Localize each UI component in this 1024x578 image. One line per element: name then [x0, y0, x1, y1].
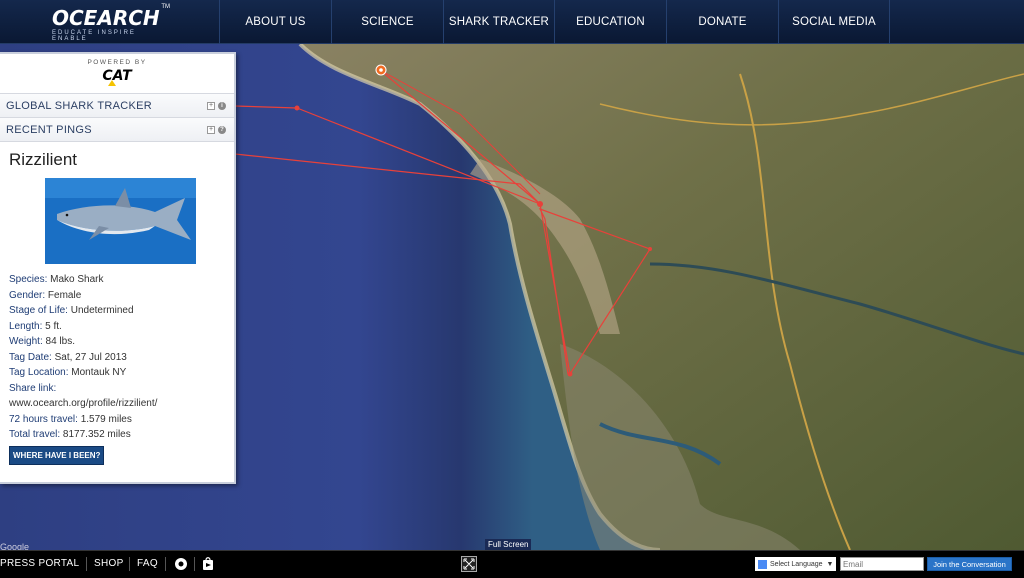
expand-icon[interactable]: + — [207, 101, 215, 110]
logo-trademark: TM — [161, 4, 170, 10]
detail-weight: Weight: 84 lbs. — [9, 336, 75, 347]
detail-stage-of-life: Stage of Life: Undetermined — [9, 305, 134, 316]
email-field[interactable] — [840, 557, 924, 571]
shark-location-marker[interactable] — [375, 64, 387, 76]
divider — [165, 557, 166, 571]
mako-shark-image — [45, 178, 196, 264]
section-label: RECENT PINGS — [6, 123, 92, 136]
detail-72h-travel: 72 hours travel: 1.579 miles — [9, 413, 132, 425]
info-icon[interactable]: i — [218, 101, 226, 110]
shark-photo — [45, 178, 196, 264]
ping-point[interactable] — [648, 247, 652, 251]
ping-point[interactable] — [567, 371, 573, 377]
shark-profile: Rizzilient Species: Mako Shark Gender: F… — [0, 142, 234, 465]
nav-about-us[interactable]: ABOUT US — [219, 0, 331, 44]
shark-info-panel: POWERED BY CAT GLOBAL SHARK TRACKER + i … — [0, 52, 236, 484]
top-nav: OCEARCH EDUCATE INSPIRE ENABLE TM ABOUT … — [0, 0, 1024, 44]
detail-species: Species: Mako Shark — [9, 274, 104, 285]
nav-shark-tracker[interactable]: SHARK TRACKER — [443, 0, 554, 44]
section-label: GLOBAL SHARK TRACKER — [6, 99, 152, 112]
powered-by-label: POWERED BY — [87, 59, 147, 66]
expand-icon[interactable]: + — [207, 125, 215, 134]
nav-education[interactable]: EDUCATION — [554, 0, 666, 44]
faq-link[interactable]: FAQ — [137, 558, 158, 569]
divider — [129, 557, 130, 571]
divider — [194, 557, 195, 571]
shark-name: Rizzilient — [9, 150, 78, 169]
shop-link[interactable]: SHOP — [94, 558, 124, 569]
divider — [86, 557, 87, 571]
ocearch-logo[interactable]: OCEARCH EDUCATE INSPIRE ENABLE TM — [52, 4, 170, 42]
shark-details: Species: Mako Shark Gender: Female Stage… — [9, 272, 234, 443]
help-icon[interactable]: ? — [218, 125, 226, 134]
footer-bar: PRESS PORTAL SHOP FAQ Select Language ▼ … — [0, 550, 1024, 578]
detail-gender: Gender: Female — [9, 289, 82, 301]
language-select[interactable]: Select Language ▼ — [755, 557, 837, 571]
cat-triangle-icon — [108, 80, 117, 86]
recent-pings-row[interactable]: RECENT PINGS + ? — [0, 118, 234, 142]
instagram-icon[interactable] — [174, 557, 188, 576]
google-translate-icon — [758, 559, 767, 569]
share-link[interactable]: www.ocearch.org/profile/rizzilient/ — [9, 398, 157, 409]
logo-tagline: EDUCATE INSPIRE ENABLE — [52, 30, 136, 42]
logo-text: OCEARCH — [52, 6, 160, 30]
full-screen-label[interactable]: Full Screen — [485, 539, 532, 550]
detail-tag-location: Tag Location: Montauk NY — [9, 367, 127, 378]
ping-point[interactable] — [537, 201, 543, 207]
chevron-down-icon: ▼ — [826, 560, 834, 568]
sponsor-logo-text: CAT — [102, 68, 132, 84]
where-have-i-been-button[interactable]: WHERE HAVE I BEEN? — [9, 445, 105, 465]
fullscreen-icon[interactable] — [461, 556, 477, 572]
cat-logo[interactable]: CAT — [102, 68, 132, 86]
press-portal-link[interactable]: PRESS PORTAL — [0, 558, 79, 569]
language-label: Select Language — [770, 560, 823, 568]
detail-length: Length: 5 ft. — [9, 320, 62, 332]
nav-science[interactable]: SCIENCE — [331, 0, 443, 44]
detail-share-link: Share link: www.ocearch.org/profile/rizz… — [9, 382, 158, 410]
main-nav: ABOUT US SCIENCE SHARK TRACKER EDUCATION… — [219, 0, 890, 44]
detail-total-travel: Total travel: 8177.352 miles — [9, 429, 131, 440]
nav-social-media[interactable]: SOCIAL MEDIA — [778, 0, 890, 44]
join-the-conversation-button[interactable]: Join the Conversation — [927, 557, 1012, 571]
detail-tag-date: Tag Date: Sat, 27 Jul 2013 — [9, 351, 127, 363]
nav-donate[interactable]: DONATE — [666, 0, 778, 44]
ping-point[interactable] — [294, 105, 300, 111]
powered-by-banner: POWERED BY CAT — [0, 54, 234, 94]
app-store-icon[interactable] — [201, 557, 215, 576]
global-shark-tracker-row[interactable]: GLOBAL SHARK TRACKER + i — [0, 94, 234, 118]
